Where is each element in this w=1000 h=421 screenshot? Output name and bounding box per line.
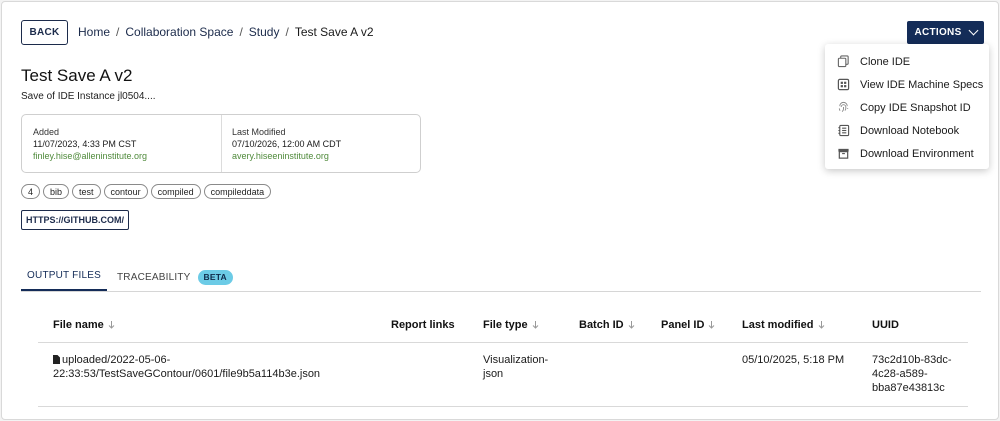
column-label: Report links — [391, 319, 455, 331]
uuid-line: bba87e43813c — [872, 382, 945, 394]
menu-item-label: View IDE Machine Specs — [860, 78, 984, 91]
column-header-report-links: Report links — [391, 319, 455, 331]
column-label: Batch ID — [579, 319, 624, 331]
column-label: Panel ID — [661, 319, 705, 331]
column-header-panel-id[interactable]: Panel ID — [661, 319, 716, 331]
cell-uuid: 73c2d10b-83dc- 4c28-a589- bba87e43813c — [872, 353, 952, 395]
archive-icon — [836, 147, 850, 161]
chevron-down-icon — [968, 25, 978, 36]
sort-arrow-icon — [709, 321, 715, 329]
file-type-line: Visualization- — [483, 354, 549, 366]
breadcrumb-collaboration-space[interactable]: Collaboration Space — [125, 25, 233, 39]
tag-chip[interactable]: test — [72, 184, 101, 199]
breadcrumb-home[interactable]: Home — [78, 25, 110, 39]
modified-email: avery.hiseeninstitute.org — [232, 151, 329, 161]
modified-info: Last Modified 07/10/2026, 12:00 AM CDT a… — [221, 115, 420, 172]
breadcrumb-separator: / — [116, 25, 120, 39]
copy-icon — [836, 55, 850, 69]
sort-arrow-icon — [108, 321, 115, 329]
fingerprint-icon — [836, 101, 850, 115]
menu-item-label: Clone IDE — [860, 55, 911, 68]
menu-item-download-environment[interactable]: Download Environment — [825, 142, 989, 165]
modified-date: 07/10/2026, 12:00 AM CDT — [232, 139, 342, 149]
breadcrumb-current: Test Save A v2 — [294, 25, 374, 39]
tag-chip[interactable]: contour — [103, 184, 148, 199]
menu-item-view-machine-specs[interactable]: View IDE Machine Specs — [825, 73, 989, 96]
column-header-last-modified[interactable]: Last modified — [742, 319, 826, 331]
column-label: Last modified — [742, 319, 814, 331]
file-icon — [53, 355, 60, 364]
cell-file-name[interactable]: uploaded/2022-05-06- 22:33:53/TestSaveGC… — [53, 353, 320, 381]
table-row[interactable]: uploaded/2022-05-06- 22:33:53/TestSaveGC… — [38, 343, 968, 407]
menu-item-download-notebook[interactable]: Download Notebook — [825, 119, 989, 142]
breadcrumb-separator: / — [239, 25, 243, 39]
added-date: 11/07/2023, 4:33 PM CST — [33, 139, 137, 149]
file-name-line: 22:33:53/TestSaveGContour/0601/file9b5a1… — [53, 368, 321, 380]
column-header-uuid: UUID — [872, 319, 899, 331]
added-info: Added 11/07/2023, 4:33 PM CST finley.his… — [22, 115, 221, 172]
column-header-batch-id[interactable]: Batch ID — [579, 319, 636, 331]
sort-arrow-icon — [818, 321, 824, 329]
file-name-line: uploaded/2022-05-06- — [62, 354, 171, 366]
sort-arrow-icon — [532, 321, 538, 329]
added-email: finley.hise@alleninstitute.org — [33, 151, 148, 161]
table-header: File name Report links File type Batch I… — [38, 305, 968, 343]
actions-menu: Clone IDE View IDE Machine Specs Copy ID… — [825, 44, 989, 169]
menu-item-label: Download Environment — [860, 147, 974, 160]
page-subtitle: Save of IDE Instance jl0504.... — [21, 91, 156, 102]
notebook-icon — [836, 124, 850, 138]
beta-badge: BETA — [197, 269, 233, 285]
tag-chip[interactable]: 4 — [21, 184, 41, 199]
tab-bar: OUTPUT FILES TRACEABILITY BETA — [21, 262, 981, 292]
menu-item-label: Download Notebook — [860, 124, 960, 137]
github-link-button[interactable]: HTTPS://GITHUB.COM/ — [21, 210, 129, 230]
uuid-line: 73c2d10b-83dc- — [872, 354, 952, 366]
file-type-line: json — [483, 368, 504, 380]
tab-traceability[interactable]: TRACEABILITY BETA — [117, 262, 233, 292]
page-title: Test Save A v2 — [21, 66, 133, 85]
breadcrumb: Home / Collaboration Space / Study / Tes… — [78, 25, 374, 39]
cpu-icon — [836, 78, 850, 92]
column-label: File type — [483, 319, 528, 331]
menu-item-label: Copy IDE Snapshot ID — [860, 101, 971, 114]
actions-button[interactable]: ACTIONS — [907, 21, 984, 44]
output-files-table: File name Report links File type Batch I… — [38, 305, 968, 407]
tab-traceability-label: TRACEABILITY — [117, 271, 191, 283]
tag-chip[interactable]: compileddata — [203, 184, 272, 199]
breadcrumb-separator: / — [285, 25, 289, 39]
sort-arrow-icon — [628, 321, 634, 329]
actions-label: ACTIONS — [914, 27, 962, 38]
metadata-card: Added 11/07/2023, 4:33 PM CST finley.his… — [21, 114, 421, 173]
back-button[interactable]: BACK — [21, 20, 68, 45]
tag-chip[interactable]: bib — [43, 184, 70, 199]
tag-list: 4 bib test contour compiled compileddata — [21, 184, 272, 199]
column-header-file-type[interactable]: File type — [483, 319, 540, 331]
modified-label: Last Modified — [232, 127, 286, 137]
tag-chip[interactable]: compiled — [150, 184, 201, 199]
tab-output-files[interactable]: OUTPUT FILES — [21, 262, 107, 291]
cell-last-modified: 05/10/2025, 5:18 PM — [742, 354, 845, 366]
column-header-file-name[interactable]: File name — [53, 319, 116, 331]
added-label: Added — [33, 127, 60, 137]
menu-item-copy-snapshot-id[interactable]: Copy IDE Snapshot ID — [825, 96, 989, 119]
column-label: File name — [53, 319, 104, 331]
breadcrumb-study[interactable]: Study — [249, 25, 280, 39]
uuid-line: 4c28-a589- — [872, 368, 928, 380]
cell-file-type: Visualization- json — [483, 353, 548, 381]
column-label: UUID — [872, 319, 899, 331]
page-frame: BACK Home / Collaboration Space / Study … — [1, 1, 999, 420]
menu-item-clone-ide[interactable]: Clone IDE — [825, 50, 989, 73]
